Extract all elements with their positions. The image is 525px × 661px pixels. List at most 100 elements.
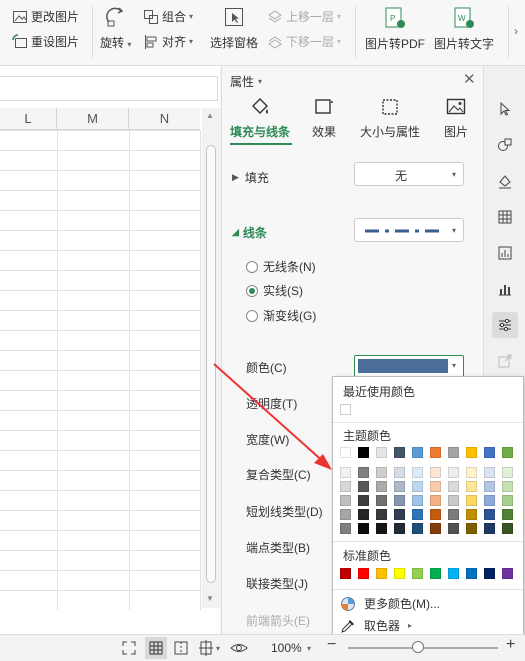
theme-shade-swatch[interactable] [430,467,441,478]
theme-shade-swatch[interactable] [340,495,351,506]
table-tool-button[interactable] [492,204,518,230]
theme-color-swatch[interactable] [358,447,369,458]
theme-shade-swatch[interactable] [502,509,513,520]
theme-shade-swatch[interactable] [484,481,495,492]
analysis-tool-button[interactable] [492,240,518,266]
tab-fill-and-line[interactable]: 填充与线条 [230,96,290,140]
eye-protection-icon[interactable] [230,640,248,656]
rotate-button[interactable]: 旋转 ▾ [100,6,131,51]
zoom-slider-thumb[interactable] [412,641,424,653]
theme-shade-swatch[interactable] [376,481,387,492]
theme-shade-swatch[interactable] [466,481,477,492]
close-icon[interactable]: ✕ [463,70,476,88]
page-break-view-icon[interactable] [173,640,189,656]
theme-shade-swatch[interactable] [358,481,369,492]
chevron-down-icon[interactable]: ▾ [216,644,220,653]
theme-shade-swatch[interactable] [484,495,495,506]
tab-effects[interactable]: 效果 [312,96,336,140]
theme-shade-swatch[interactable] [340,523,351,534]
theme-shade-swatch[interactable] [358,495,369,506]
theme-shade-swatch[interactable] [340,481,351,492]
page-layout-view-icon[interactable] [198,640,214,656]
theme-shade-swatch[interactable] [502,523,513,534]
formula-bar-input[interactable] [0,76,218,101]
line-color-dropdown[interactable]: ▾ [354,355,464,377]
theme-shade-swatch[interactable] [502,467,513,478]
theme-color-swatch[interactable] [394,447,405,458]
theme-shade-swatch[interactable] [412,467,423,478]
fill-section-toggle[interactable]: ▶ 填充 [232,169,269,186]
theme-shade-swatch[interactable] [376,509,387,520]
recent-color-swatch[interactable] [340,404,351,415]
theme-shade-swatch[interactable] [394,509,405,520]
theme-shade-swatch[interactable] [466,509,477,520]
image-to-pdf-button[interactable]: P 图片转PDF [365,6,425,52]
theme-shade-swatch[interactable] [484,523,495,534]
theme-shade-swatch[interactable] [376,523,387,534]
tab-picture[interactable]: 图片 [444,96,468,140]
eyedropper-button[interactable]: 取色器 ▸ [340,617,412,634]
theme-shade-swatch[interactable] [448,481,459,492]
theme-shade-swatch[interactable] [358,509,369,520]
radio-no-line[interactable]: 无线条(N) [246,258,316,275]
fill-dropdown[interactable]: 无 ▾ [354,162,464,186]
selection-pane-button[interactable]: 选择窗格 [210,6,258,51]
theme-color-swatch[interactable] [466,447,477,458]
theme-shade-swatch[interactable] [484,467,495,478]
more-colors-button[interactable]: 更多颜色(M)... [340,595,440,612]
theme-shade-swatch[interactable] [448,467,459,478]
standard-color-swatch[interactable] [340,568,351,579]
theme-shade-swatch[interactable] [448,495,459,506]
theme-color-swatch[interactable] [376,447,387,458]
standard-color-swatch[interactable] [484,568,495,579]
property-settings-button[interactable] [492,312,518,338]
theme-shade-swatch[interactable] [340,467,351,478]
standard-color-swatch[interactable] [376,568,387,579]
column-header-m[interactable]: M [57,108,129,130]
chart-tool-button[interactable] [492,276,518,302]
theme-color-swatch[interactable] [502,447,513,458]
tab-size-and-properties[interactable]: 大小与属性 [360,96,420,140]
standard-color-swatch[interactable] [394,568,405,579]
theme-shade-swatch[interactable] [484,509,495,520]
fill-tool-button[interactable] [492,168,518,194]
scroll-down-icon[interactable]: ▼ [206,594,214,603]
select-tool-button[interactable] [492,96,518,122]
theme-shade-swatch[interactable] [502,495,513,506]
theme-shade-swatch[interactable] [466,523,477,534]
zoom-in-button[interactable]: + [506,636,515,654]
theme-shade-swatch[interactable] [430,523,441,534]
theme-shade-swatch[interactable] [448,523,459,534]
theme-shade-swatch[interactable] [394,481,405,492]
change-image-button[interactable]: 更改图片 [12,8,79,25]
theme-shade-swatch[interactable] [376,495,387,506]
theme-shade-swatch[interactable] [412,509,423,520]
theme-shade-swatch[interactable] [394,523,405,534]
theme-color-swatch[interactable] [412,447,423,458]
line-section-toggle[interactable]: ◢ 线条 [232,224,267,241]
cell-grid[interactable] [0,130,200,610]
standard-color-swatch[interactable] [412,568,423,579]
theme-color-swatch[interactable] [448,447,459,458]
theme-shade-swatch[interactable] [358,467,369,478]
theme-shade-swatch[interactable] [430,509,441,520]
theme-shade-swatch[interactable] [412,495,423,506]
shapes-tool-button[interactable] [492,132,518,158]
line-style-dropdown[interactable]: ▾ [354,218,464,242]
zoom-level[interactable]: 100% [271,641,302,655]
radio-solid-line[interactable]: 实线(S) [246,282,303,299]
normal-view-button[interactable] [145,637,167,659]
send-backward-button[interactable]: 下移一层 ▾ [267,33,341,50]
zoom-out-button[interactable]: − [327,636,336,654]
standard-color-swatch[interactable] [358,568,369,579]
fullscreen-icon[interactable] [121,640,137,656]
theme-color-swatch[interactable] [340,447,351,458]
theme-shade-swatch[interactable] [358,523,369,534]
column-header-n[interactable]: N [129,108,200,130]
theme-shade-swatch[interactable] [394,495,405,506]
theme-shade-swatch[interactable] [376,467,387,478]
chevron-down-icon[interactable]: ▾ [307,644,311,653]
theme-color-swatch[interactable] [430,447,441,458]
theme-shade-swatch[interactable] [502,481,513,492]
image-to-text-button[interactable]: W 图片转文字 [434,6,494,52]
